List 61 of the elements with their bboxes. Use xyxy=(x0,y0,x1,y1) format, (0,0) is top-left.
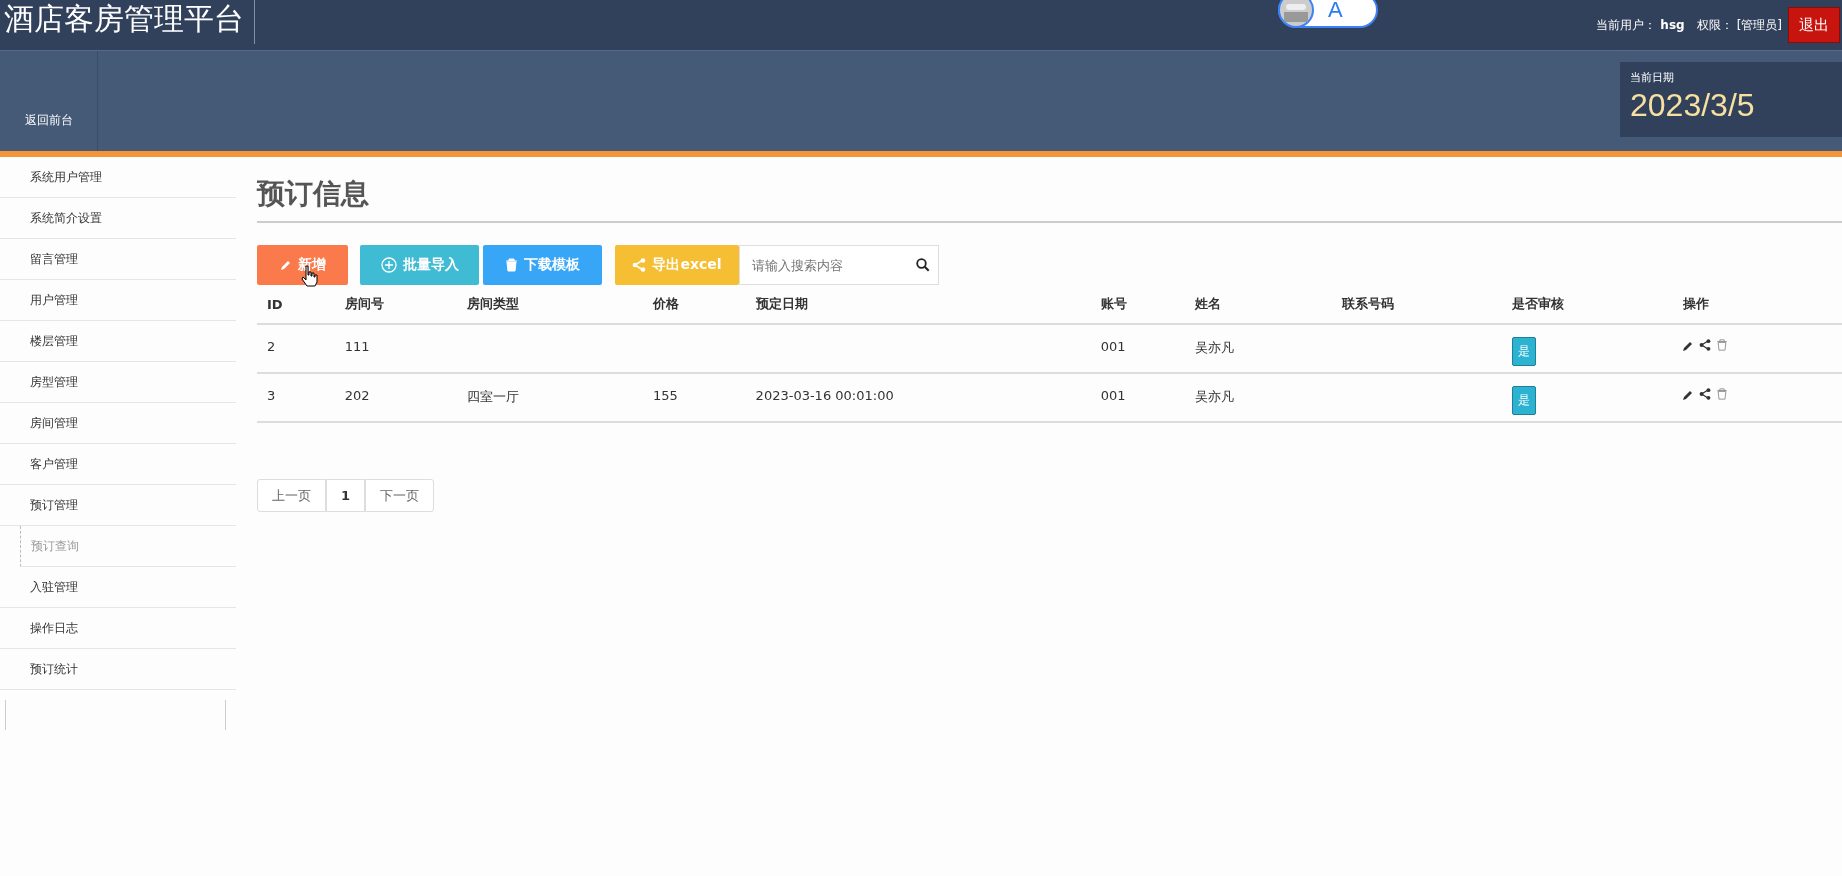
table-cell: 2023-03-16 00:01:00 xyxy=(755,388,894,403)
logout-button[interactable]: 退出 xyxy=(1788,7,1840,43)
table-cell: 四室一厅 xyxy=(467,389,520,404)
sidebar-item[interactable]: 系统简介设置 xyxy=(0,198,236,239)
sidebar-item[interactable]: 客户管理 xyxy=(0,444,236,485)
pencil-icon[interactable] xyxy=(1682,339,1694,351)
trash-icon xyxy=(505,258,518,272)
date-label: 当前日期 xyxy=(1630,70,1675,85)
sidebar-item[interactable]: 预订管理 xyxy=(0,485,236,526)
page-button[interactable]: 1 xyxy=(326,479,366,512)
table-cell: 001 xyxy=(1100,339,1126,354)
share-icon[interactable] xyxy=(1698,339,1711,351)
pencil-icon[interactable] xyxy=(1682,388,1694,400)
sidebar-item[interactable]: 用户管理 xyxy=(0,280,236,321)
share-icon[interactable] xyxy=(1698,388,1711,400)
column-header: 姓名 xyxy=(1185,285,1332,324)
table-cell: 155 xyxy=(653,388,678,403)
search-field[interactable]: 请输入搜索内容 xyxy=(739,245,939,285)
sidebar-item[interactable]: 房间管理 xyxy=(0,403,236,444)
role-label: 权限： xyxy=(1696,16,1733,34)
sidebar-item[interactable]: 操作日志 xyxy=(0,608,236,649)
column-header: 联系号码 xyxy=(1331,285,1502,324)
column-header: 房间号 xyxy=(334,285,458,324)
audit-badge: 是 xyxy=(1511,337,1536,366)
chip-letter: A xyxy=(1328,0,1343,23)
share-icon xyxy=(632,258,647,272)
sidebar-item[interactable]: 预订统计 xyxy=(0,649,236,690)
pencil-icon xyxy=(279,259,292,271)
search-icon[interactable] xyxy=(916,258,930,272)
user-label: 当前用户： xyxy=(1596,16,1657,34)
role-value: [管理员] xyxy=(1736,16,1782,34)
column-header: 价格 xyxy=(643,285,746,324)
table-cell: 202 xyxy=(344,388,370,403)
table-cell: 001 xyxy=(1100,388,1126,403)
table-cell: 2 xyxy=(267,339,276,354)
nav-link[interactable]: 返回前台 xyxy=(0,51,98,151)
column-header: 操作 xyxy=(1672,285,1842,324)
column-header: 房间类型 xyxy=(457,285,644,324)
current-date: 2023/3/5 xyxy=(1630,87,1756,124)
table-cell: 吴亦凡 xyxy=(1195,389,1235,404)
app-title: 酒店客房管理平台 xyxy=(0,0,255,44)
sidebar-item[interactable]: 房型管理 xyxy=(0,362,236,403)
table-cell: 吴亦凡 xyxy=(1195,340,1235,355)
audit-badge: 是 xyxy=(1511,386,1536,415)
plus-circle-icon xyxy=(380,257,397,273)
column-header: 账号 xyxy=(1090,285,1186,324)
next-page-button[interactable]: 下一页 xyxy=(365,479,435,512)
sidebar-item[interactable]: 入驻管理 xyxy=(0,567,236,608)
user-name: hsg xyxy=(1660,18,1685,32)
column-header: 是否审核 xyxy=(1501,285,1673,324)
trash-icon[interactable] xyxy=(1715,339,1728,351)
table-cell: 3 xyxy=(267,388,276,403)
column-header: 预定日期 xyxy=(745,285,1091,324)
prev-page-button[interactable]: 上一页 xyxy=(257,479,326,512)
trash-icon[interactable] xyxy=(1715,388,1728,400)
column-header: ID xyxy=(257,285,335,324)
sidebar-item[interactable]: 系统用户管理 xyxy=(0,157,236,198)
sidebar-item[interactable]: 留言管理 xyxy=(0,239,236,280)
sidebar-item[interactable]: 楼层管理 xyxy=(0,321,236,362)
page-title: 预订信息 xyxy=(257,176,370,212)
table-cell: 111 xyxy=(344,339,370,354)
